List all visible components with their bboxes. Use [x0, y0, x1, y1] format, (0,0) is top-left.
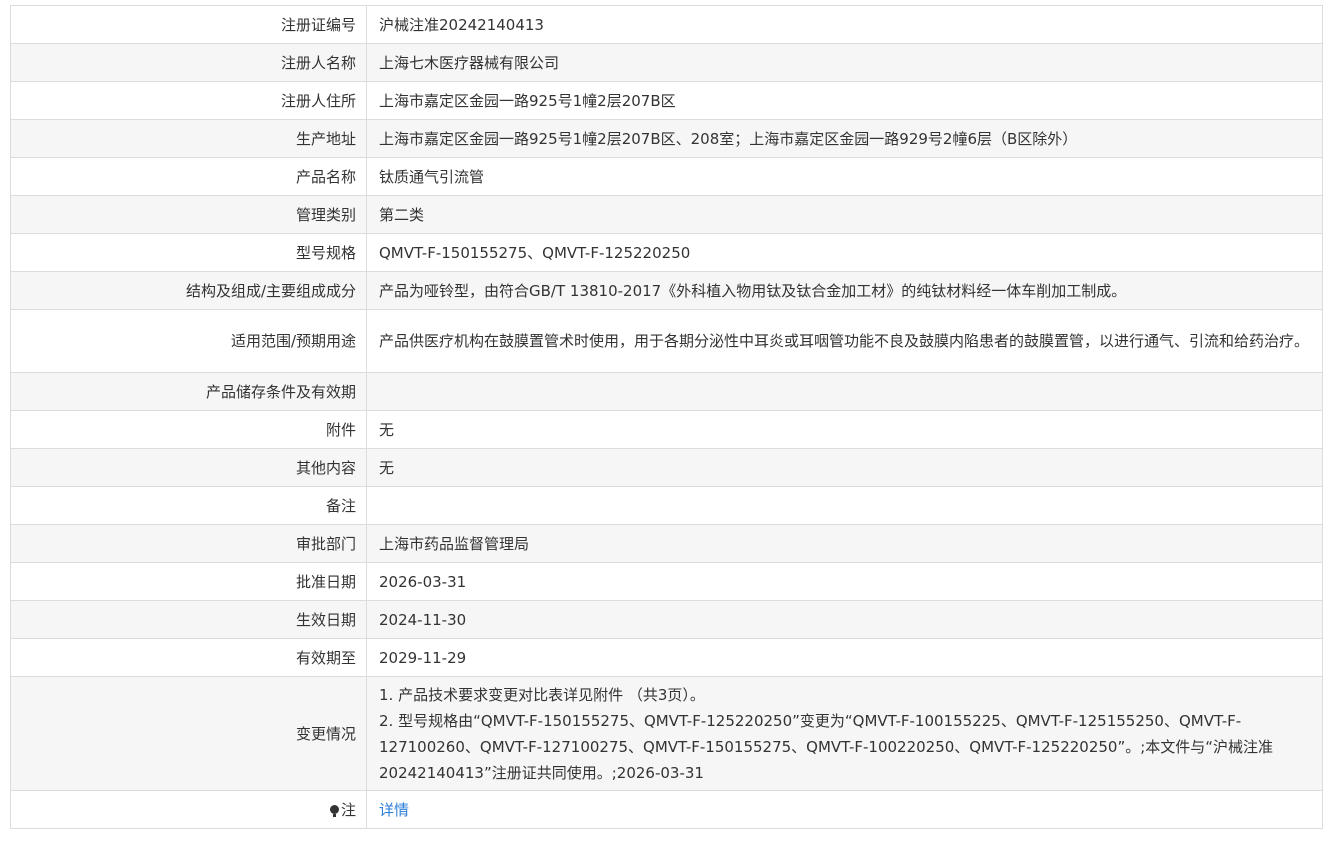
- row-label: 注: [10, 790, 367, 829]
- row-value: 沪械注准20242140413: [366, 5, 1323, 44]
- details-link[interactable]: 详情: [379, 801, 409, 819]
- row-value: 产品为哑铃型，由符合GB/T 13810-2017《外科植入物用钛及钛合金加工材…: [366, 271, 1323, 310]
- row-value: 2026-03-31: [366, 562, 1323, 601]
- registration-table: 注册证编号 沪械注准20242140413 注册人名称 上海七木医疗器械有限公司…: [10, 5, 1323, 829]
- row-label: 审批部门: [10, 524, 367, 563]
- row-value: 上海市嘉定区金园一路925号1幢2层207B区: [366, 81, 1323, 120]
- row-value: 详情: [366, 790, 1323, 829]
- row-label: 注册人住所: [10, 81, 367, 120]
- row-label: 生效日期: [10, 600, 367, 639]
- row-value: 产品供医疗机构在鼓膜置管术时使用，用于各期分泌性中耳炎或耳咽管功能不良及鼓膜内陷…: [366, 309, 1323, 373]
- row-value: [366, 486, 1323, 525]
- row-label: 变更情况: [10, 676, 367, 791]
- row-change-history: 变更情况 1. 产品技术要求变更对比表详见附件 （共3页）。 2. 型号规格由“…: [10, 676, 1323, 791]
- row-label: 注册证编号: [10, 5, 367, 44]
- row-value: [366, 372, 1323, 411]
- row-label: 注册人名称: [10, 43, 367, 82]
- row-effective-date: 生效日期 2024-11-30: [10, 600, 1323, 639]
- row-label: 有效期至: [10, 638, 367, 677]
- row-value: 无: [366, 448, 1323, 487]
- row-note: 注 详情: [10, 790, 1323, 829]
- row-value: 上海市嘉定区金园一路925号1幢2层207B区、208室；上海市嘉定区金园一路9…: [366, 119, 1323, 158]
- row-value: QMVT-F-150155275、QMVT-F-125220250: [366, 233, 1323, 272]
- row-label: 批准日期: [10, 562, 367, 601]
- row-intended-use: 适用范围/预期用途 产品供医疗机构在鼓膜置管术时使用，用于各期分泌性中耳炎或耳咽…: [10, 309, 1323, 373]
- row-approval-department: 审批部门 上海市药品监督管理局: [10, 524, 1323, 563]
- row-value: 上海市药品监督管理局: [366, 524, 1323, 563]
- row-label: 结构及组成/主要组成成分: [10, 271, 367, 310]
- row-label: 型号规格: [10, 233, 367, 272]
- row-label: 其他内容: [10, 448, 367, 487]
- row-model-spec: 型号规格 QMVT-F-150155275、QMVT-F-125220250: [10, 233, 1323, 272]
- row-value: 2029-11-29: [366, 638, 1323, 677]
- row-structure-composition: 结构及组成/主要组成成分 产品为哑铃型，由符合GB/T 13810-2017《外…: [10, 271, 1323, 310]
- row-value: 2024-11-30: [366, 600, 1323, 639]
- registration-detail-panel: 注册证编号 沪械注准20242140413 注册人名称 上海七木医疗器械有限公司…: [10, 5, 1323, 829]
- row-management-category: 管理类别 第二类: [10, 195, 1323, 234]
- row-registrant-name: 注册人名称 上海七木医疗器械有限公司: [10, 43, 1323, 82]
- row-label: 产品储存条件及有效期: [10, 372, 367, 411]
- row-label: 备注: [10, 486, 367, 525]
- row-label: 附件: [10, 410, 367, 449]
- row-value: 1. 产品技术要求变更对比表详见附件 （共3页）。 2. 型号规格由“QMVT-…: [366, 676, 1323, 791]
- row-storage-validity: 产品储存条件及有效期: [10, 372, 1323, 411]
- change-item: 2. 型号规格由“QMVT-F-150155275、QMVT-F-1252202…: [379, 711, 1274, 782]
- row-label: 适用范围/预期用途: [10, 309, 367, 373]
- row-remarks: 备注: [10, 486, 1323, 525]
- change-item: 1. 产品技术要求变更对比表详见附件 （共3页）。: [379, 685, 705, 704]
- row-label: 管理类别: [10, 195, 367, 234]
- row-registration-number: 注册证编号 沪械注准20242140413: [10, 5, 1323, 44]
- note-label: 注: [340, 800, 356, 819]
- row-attachments: 附件 无: [10, 410, 1323, 449]
- row-other-content: 其他内容 无: [10, 448, 1323, 487]
- row-production-address: 生产地址 上海市嘉定区金园一路925号1幢2层207B区、208室；上海市嘉定区…: [10, 119, 1323, 158]
- bulb-icon: [329, 804, 339, 817]
- row-value: 第二类: [366, 195, 1323, 234]
- row-approval-date: 批准日期 2026-03-31: [10, 562, 1323, 601]
- row-product-name: 产品名称 钛质通气引流管: [10, 157, 1323, 196]
- row-registrant-address: 注册人住所 上海市嘉定区金园一路925号1幢2层207B区: [10, 81, 1323, 120]
- row-value: 钛质通气引流管: [366, 157, 1323, 196]
- row-value: 无: [366, 410, 1323, 449]
- row-label: 生产地址: [10, 119, 367, 158]
- row-label: 产品名称: [10, 157, 367, 196]
- change-list: 1. 产品技术要求变更对比表详见附件 （共3页）。 2. 型号规格由“QMVT-…: [379, 682, 1310, 786]
- row-value: 上海七木医疗器械有限公司: [366, 43, 1323, 82]
- row-valid-until: 有效期至 2029-11-29: [10, 638, 1323, 677]
